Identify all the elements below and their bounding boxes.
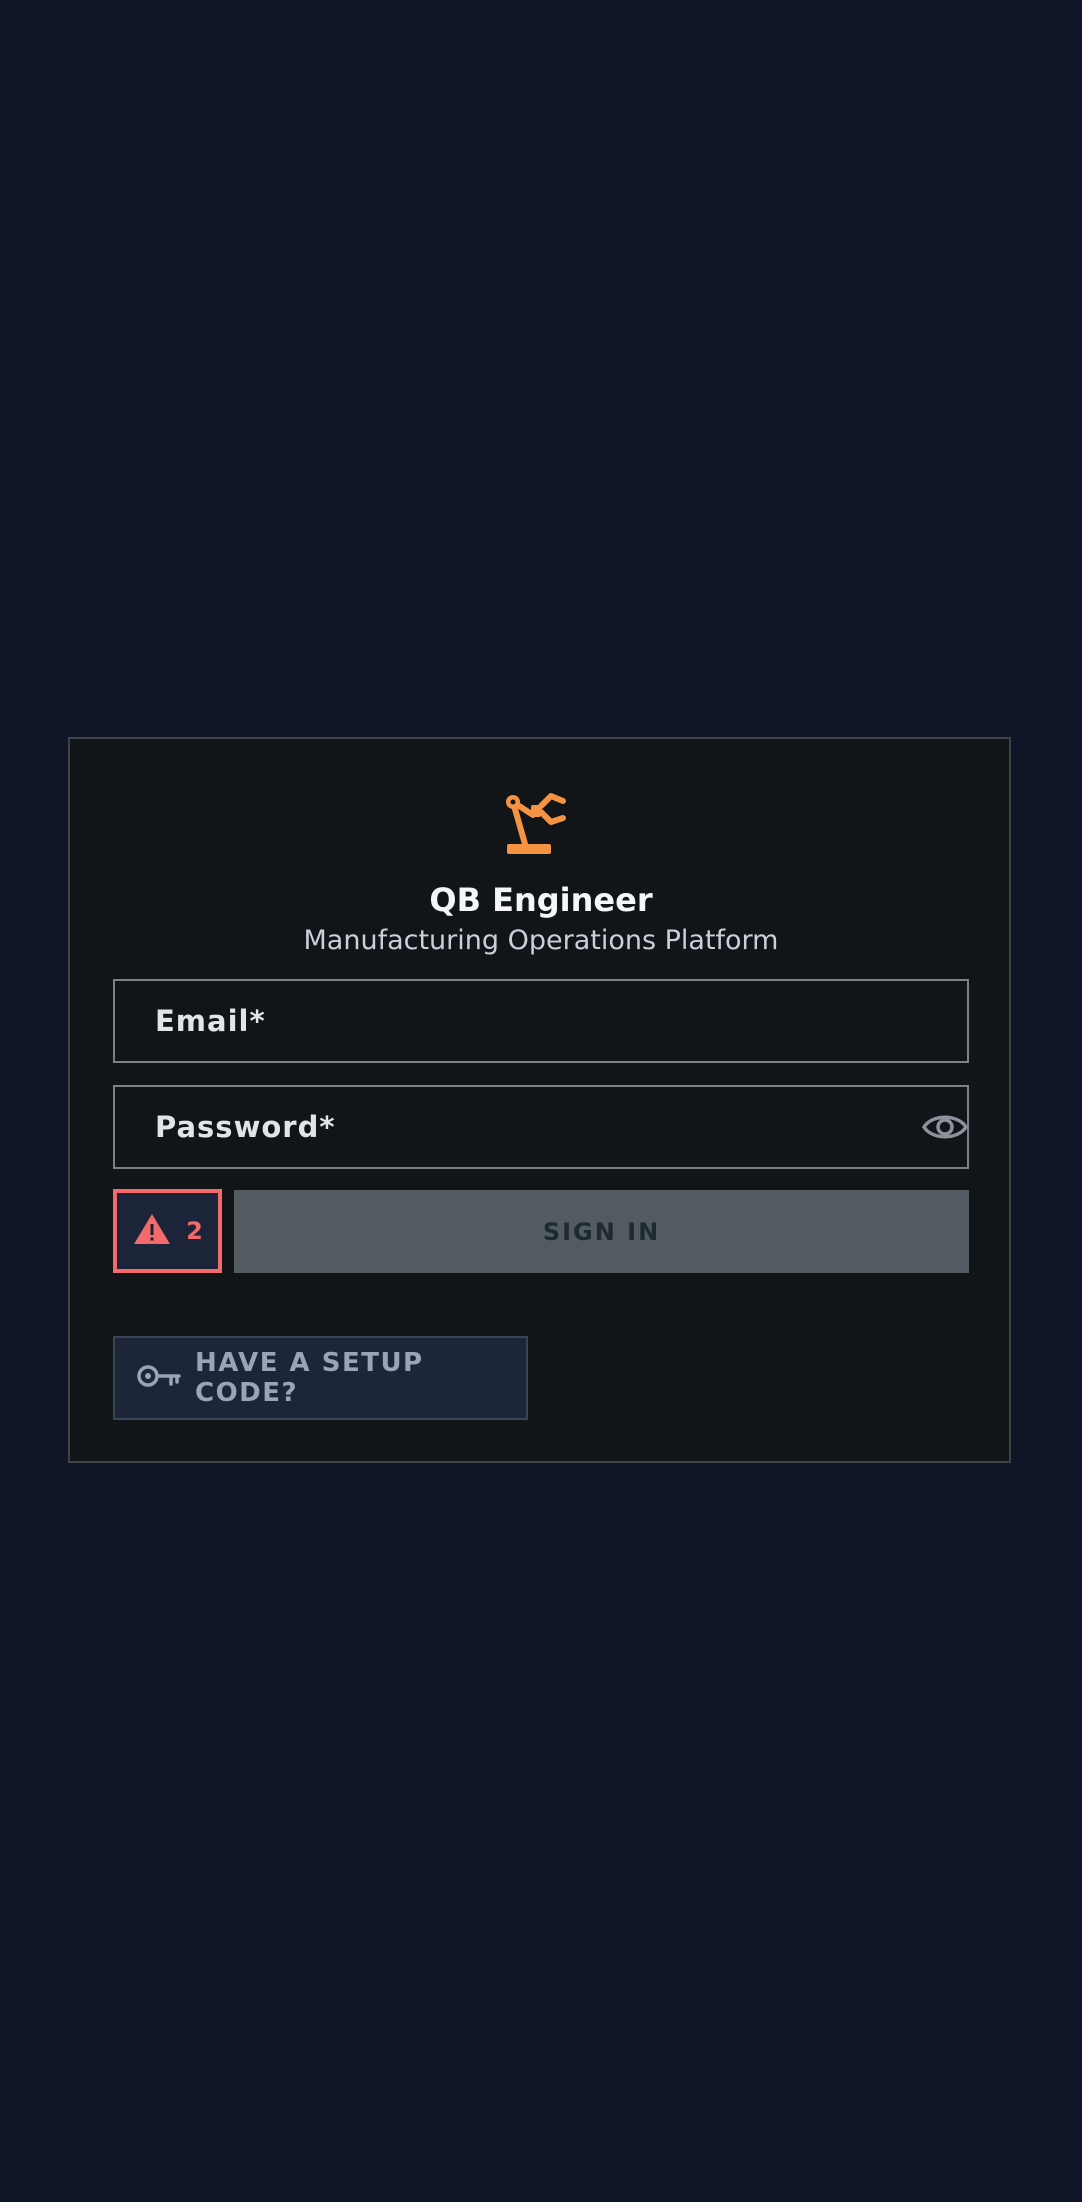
warning-icon: [132, 1212, 172, 1250]
password-field[interactable]: Password*: [113, 1085, 969, 1169]
app-title: QB Engineer: [429, 881, 653, 919]
password-input[interactable]: [115, 1087, 967, 1167]
setup-code-button[interactable]: HAVE A SETUP CODE?: [113, 1336, 528, 1420]
key-icon: [137, 1362, 181, 1394]
sign-in-button[interactable]: SIGN IN: [234, 1190, 969, 1273]
error-count: 2: [186, 1217, 203, 1245]
email-input[interactable]: [115, 981, 967, 1061]
email-field[interactable]: Email*: [113, 979, 969, 1063]
eye-icon[interactable]: [921, 1105, 969, 1149]
login-page: QB Engineer Manufacturing Operations Pla…: [0, 0, 1082, 2202]
error-count-badge[interactable]: 2: [113, 1189, 222, 1273]
robot-arm-icon: [503, 788, 573, 858]
setup-code-label: HAVE A SETUP CODE?: [195, 1348, 424, 1408]
app-subtitle: Manufacturing Operations Platform: [303, 925, 779, 956]
